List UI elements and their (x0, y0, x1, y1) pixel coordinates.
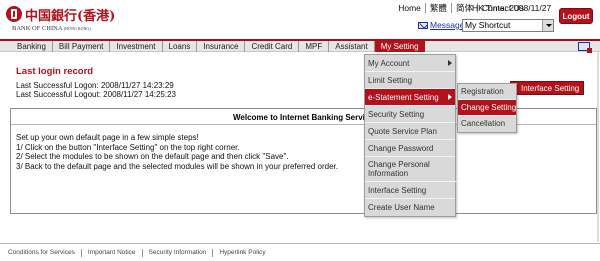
interface-setting-button[interactable]: Interface Setting (510, 81, 584, 95)
menu-item-label: e-Statement Setting (368, 93, 439, 102)
menu-item-security-setting[interactable]: Security Setting (365, 106, 455, 123)
menu-item-quote-service-plan[interactable]: Quote Service Plan (365, 123, 455, 140)
traditional-chinese-link[interactable]: 繁體 (426, 3, 452, 13)
nav-item-mpf[interactable]: MPF (299, 41, 330, 52)
last-logon-time: Last Successful Logon: 2008/11/27 14:23:… (16, 81, 174, 90)
chevron-right-icon (448, 94, 452, 100)
menu-item-change-password[interactable]: Change Password (365, 140, 455, 157)
menu-item-change-personal-information[interactable]: Change Personal Information (365, 157, 457, 182)
setup-steps: Set up your own default page in a few si… (16, 133, 338, 171)
e-statement-submenu: Registration Change Setting Cancellation (457, 83, 517, 133)
last-login-title: Last login record (16, 66, 94, 77)
bank-emblem-icon (6, 6, 22, 22)
chevron-down-icon (542, 20, 553, 31)
main-nav: Banking Bill Payment Investment Loans In… (0, 41, 600, 52)
footer-links: Conditions for Services Important Notice… (8, 249, 272, 257)
menu-item-my-account[interactable]: My Account (365, 55, 455, 72)
footer-link-important-notice[interactable]: Important Notice (82, 249, 143, 257)
logout-button[interactable]: Logout (559, 8, 593, 24)
close-window-icon[interactable] (578, 42, 592, 53)
shortcut-select[interactable]: My Shortcut (462, 19, 554, 32)
nav-item-my-setting[interactable]: My Setting (374, 41, 425, 52)
bank-logo[interactable]: 中国銀行(香港) BANK OF CHINA (HONG KONG) (6, 5, 115, 35)
menu-item-limit-setting[interactable]: Limit Setting (365, 72, 455, 89)
nav-item-credit-card[interactable]: Credit Card (245, 41, 300, 52)
footer-link-security-information[interactable]: Security Information (143, 249, 214, 257)
setup-step-3: 3/ Back to the default page and the sele… (16, 161, 338, 171)
my-setting-menu: My Account Limit Setting e-Statement Set… (364, 54, 457, 217)
scrollbar[interactable] (597, 52, 599, 242)
nav-item-insurance[interactable]: Insurance (197, 41, 246, 52)
envelope-icon (418, 21, 428, 29)
submenu-item-change-setting[interactable]: Change Setting (458, 100, 516, 116)
submenu-item-registration[interactable]: Registration (458, 84, 516, 100)
setup-step-2: 2/ Select the modules to be shown on the… (16, 152, 289, 161)
nav-item-bill-payment[interactable]: Bill Payment (53, 41, 111, 52)
setup-step-1: 1/ Click on the button "Interface Settin… (16, 142, 240, 152)
menu-item-e-statement-setting[interactable]: e-Statement Setting (365, 89, 455, 106)
menu-item-create-user-name[interactable]: Create User Name (365, 199, 455, 216)
message-link[interactable]: Message (418, 20, 465, 30)
nav-item-banking[interactable]: Banking (0, 41, 53, 52)
chevron-right-icon (448, 60, 452, 66)
message-label: Message (430, 20, 465, 30)
footer-divider (0, 243, 600, 244)
setup-intro: Set up your own default page in a few si… (16, 133, 199, 142)
hk-time: HK Time: 2008/11/27 (472, 3, 552, 13)
home-link[interactable]: Home (394, 3, 426, 13)
bank-name-en-main: BANK OF CHINA (12, 25, 63, 32)
footer-link-conditions[interactable]: Conditions for Services (8, 249, 82, 257)
shortcut-selected: My Shortcut (465, 20, 511, 30)
submenu-item-cancellation[interactable]: Cancellation (458, 116, 516, 132)
menu-item-interface-setting[interactable]: Interface Setting (365, 182, 455, 199)
bank-name-cn: 中国銀行(香港) (25, 9, 116, 24)
nav-item-investment[interactable]: Investment (110, 41, 163, 52)
menu-item-label: My Account (368, 59, 410, 68)
bank-name-en-small: (HONG KONG) (63, 26, 91, 31)
nav-item-loans[interactable]: Loans (163, 41, 198, 52)
nav-item-assistant[interactable]: Assistant (329, 41, 375, 52)
last-logout-time: Last Successful Logout: 2008/11/27 14:25… (16, 90, 176, 99)
welcome-title: Welcome to Internet Banking Service (233, 113, 374, 122)
footer-link-hyperlink-policy[interactable]: Hyperlink Policy (213, 249, 271, 257)
bank-name-en: BANK OF CHINA (HONG KONG) (12, 25, 91, 32)
